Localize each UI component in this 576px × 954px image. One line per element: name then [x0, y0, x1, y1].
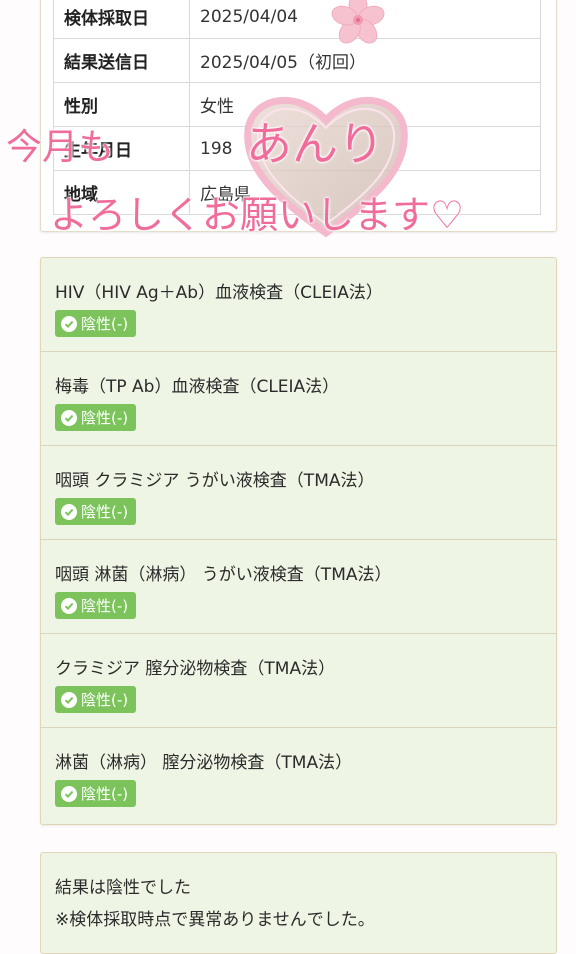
- result-title: 咽頭 クラミジア うがい液検査（TMA法）: [55, 471, 375, 491]
- status-badge: 陰性(-): [55, 498, 137, 525]
- status-badge: 陰性(-): [55, 404, 137, 431]
- result-item: 咽頭 淋菌（淋病） うがい液検査（TMA法） 陰性(-): [41, 540, 556, 634]
- info-label: 結果送信日: [53, 38, 190, 83]
- status-badge: 陰性(-): [55, 686, 137, 713]
- overlay-text-monthly: 今月も: [6, 127, 115, 168]
- overlay-name: あんり: [246, 117, 384, 171]
- info-label: 検体採取日: [53, 0, 190, 39]
- result-title: 淋菌（淋病） 膣分泌物検査（TMA法）: [55, 753, 353, 773]
- status-label: 陰性(-): [81, 409, 129, 427]
- status-label: 陰性(-): [81, 315, 129, 333]
- status-label: 陰性(-): [81, 503, 129, 521]
- summary-card: 結果は陰性でした ※検体採取時点で異常ありませんでした。: [40, 852, 557, 954]
- check-circle-icon: [61, 409, 77, 426]
- status-badge: 陰性(-): [55, 592, 137, 619]
- sakura-flower-icon: [331, 0, 385, 44]
- check-circle-icon: [61, 503, 77, 520]
- result-title: クラミジア 膣分泌物検査（TMA法）: [55, 659, 336, 679]
- check-circle-icon: [61, 785, 77, 802]
- status-label: 陰性(-): [81, 597, 129, 615]
- result-item: HIV（HIV Ag＋Ab）血液検査（CLEIA法） 陰性(-): [41, 258, 556, 352]
- overlay-text-greeting: よろしくお願いします♡: [50, 193, 465, 237]
- check-circle-icon: [61, 691, 77, 708]
- info-row: 結果送信日 2025/04/05（初回）: [53, 38, 541, 83]
- status-badge: 陰性(-): [55, 780, 137, 807]
- result-item: 淋菌（淋病） 膣分泌物検査（TMA法） 陰性(-): [41, 728, 556, 822]
- results-card: HIV（HIV Ag＋Ab）血液検査（CLEIA法） 陰性(-) 梅毒（TP A…: [40, 257, 557, 825]
- status-label: 陰性(-): [81, 785, 129, 803]
- result-title: HIV（HIV Ag＋Ab）血液検査（CLEIA法）: [55, 283, 383, 303]
- result-item: 咽頭 クラミジア うがい液検査（TMA法） 陰性(-): [41, 446, 556, 540]
- check-circle-icon: [61, 597, 77, 614]
- summary-result: 結果は陰性でした: [55, 878, 191, 898]
- status-label: 陰性(-): [81, 691, 129, 709]
- result-item: 梅毒（TP Ab）血液検査（CLEIA法） 陰性(-): [41, 352, 556, 446]
- result-item: クラミジア 膣分泌物検査（TMA法） 陰性(-): [41, 634, 556, 728]
- check-circle-icon: [61, 315, 77, 332]
- status-badge: 陰性(-): [55, 310, 137, 337]
- result-title: 咽頭 淋菌（淋病） うがい液検査（TMA法）: [55, 565, 392, 585]
- result-title: 梅毒（TP Ab）血液検査（CLEIA法）: [55, 377, 340, 397]
- summary-note: ※検体採取時点で異常ありませんでした。: [55, 910, 375, 930]
- info-row: 検体採取日 2025/04/04: [53, 0, 541, 39]
